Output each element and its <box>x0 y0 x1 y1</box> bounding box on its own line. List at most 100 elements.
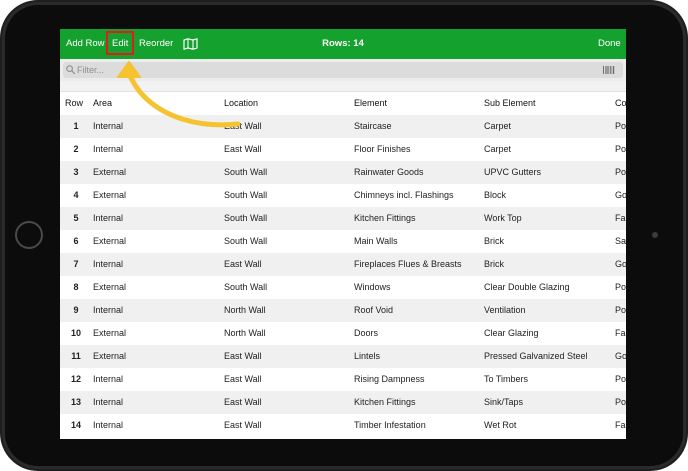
separator-strip <box>60 81 626 92</box>
cell-row: 2 <box>73 144 79 154</box>
cell-sub-element: To Timbers <box>484 374 529 384</box>
search-icon <box>66 65 75 74</box>
ipad-frame: Add Row Edit Reorder Rows: 14 Done Filte… <box>0 0 688 471</box>
column-header-sub-element[interactable]: Sub Element <box>484 92 612 115</box>
cell-element: Fireplaces Flues & Breasts <box>354 259 462 269</box>
toolbar: Add Row Edit Reorder Rows: 14 Done <box>60 29 626 59</box>
cell-row: 7 <box>73 259 79 269</box>
cell-location: East Wall <box>224 259 262 269</box>
cell-row: 6 <box>73 236 79 246</box>
cell-area: External <box>93 167 127 177</box>
cell-sub-element: Brick <box>484 259 504 269</box>
cell-area: Internal <box>93 259 124 269</box>
cell-row: 3 <box>73 167 79 177</box>
cell-location: South Wall <box>224 190 268 200</box>
cell-location: South Wall <box>224 282 268 292</box>
cell-sub-element: Block <box>484 190 507 200</box>
column-header-location[interactable]: Location <box>224 92 349 115</box>
cell-area: Internal <box>93 305 124 315</box>
cell-row: 8 <box>73 282 79 292</box>
cell-condition: Po <box>615 374 626 384</box>
column-header-row[interactable]: Row <box>65 92 89 115</box>
table-row[interactable]: 9 Internal North Wall Roof Void Ventilation P… <box>60 299 626 322</box>
cell-element: Lintels <box>354 351 381 361</box>
table-row[interactable]: 8 External South Wall Windows Clear Double G… <box>60 276 626 299</box>
filter-bar: Filter... <box>60 59 626 81</box>
cell-element: Floor Finishes <box>354 144 411 154</box>
cell-sub-element: Pressed Galvanized Steel <box>484 351 588 361</box>
cell-element: Chimneys incl. Flashings <box>354 190 454 200</box>
app-screen: Add Row Edit Reorder Rows: 14 Done Filte… <box>60 29 626 439</box>
table-row[interactable]: 3 External South Wall Rainwater Goods UPVC G… <box>60 161 626 184</box>
cell-location: East Wall <box>224 121 262 131</box>
cell-condition: Go <box>615 259 626 269</box>
cell-condition: Fai <box>615 213 626 223</box>
table-row[interactable]: 2 Internal East Wall Floor Finishes Carpet Po <box>60 138 626 161</box>
table-row[interactable]: 10 External North Wall Doors Clear Glazing Fa… <box>60 322 626 345</box>
table-row[interactable]: 5 Internal South Wall Kitchen Fittings Work … <box>60 207 626 230</box>
cell-area: External <box>93 190 127 200</box>
cell-condition: Fai <box>615 328 626 338</box>
cell-row: 13 <box>70 397 81 407</box>
data-table: Row Area Location Element Sub Element Co… <box>60 92 626 437</box>
cell-element: Rainwater Goods <box>354 167 424 177</box>
cell-location: East Wall <box>224 144 262 154</box>
cell-sub-element: Work Top <box>484 213 522 223</box>
table-row[interactable]: 12 Internal East Wall Rising Dampness To Tim… <box>60 368 626 391</box>
cell-condition: Po <box>615 305 626 315</box>
table-row[interactable]: 14 Internal East Wall Timber Infestation Wet… <box>60 414 626 437</box>
table-row[interactable]: 13 Internal East Wall Kitchen Fittings Sink/… <box>60 391 626 414</box>
cell-area: External <box>93 351 127 361</box>
cell-element: Kitchen Fittings <box>354 213 416 223</box>
cell-condition: Po <box>615 397 626 407</box>
camera-icon <box>652 232 658 238</box>
cell-condition: Fai <box>615 420 626 430</box>
cell-location: East Wall <box>224 374 262 384</box>
table-row[interactable]: 11 External East Wall Lintels Pressed Galvan… <box>60 345 626 368</box>
cell-sub-element: Brick <box>484 236 504 246</box>
cell-location: South Wall <box>224 236 268 246</box>
cell-row: 5 <box>73 213 79 223</box>
filter-input[interactable]: Filter... <box>63 62 623 78</box>
cell-condition: Go <box>615 351 626 361</box>
table-row[interactable]: 6 External South Wall Main Walls Brick Sa <box>60 230 626 253</box>
barcode-icon[interactable] <box>603 66 615 74</box>
table-header-row: Row Area Location Element Sub Element Co <box>60 92 626 115</box>
filter-placeholder: Filter... <box>77 65 105 75</box>
rows-count: Rows: 14 <box>322 38 364 49</box>
cell-sub-element: Clear Glazing <box>484 328 539 338</box>
cell-row: 14 <box>70 420 81 430</box>
table-row[interactable]: 4 External South Wall Chimneys incl. Flashi… <box>60 184 626 207</box>
cell-area: Internal <box>93 420 124 430</box>
cell-location: South Wall <box>224 213 268 223</box>
cell-location: North Wall <box>224 328 266 338</box>
cell-element: Rising Dampness <box>354 374 425 384</box>
cell-area: External <box>93 236 127 246</box>
table-row[interactable]: 7 Internal East Wall Fireplaces Flues & Bre… <box>60 253 626 276</box>
cell-condition: Po <box>615 121 626 131</box>
cell-row: 4 <box>73 190 79 200</box>
done-button[interactable]: Done <box>598 29 621 59</box>
cell-element: Main Walls <box>354 236 398 246</box>
cell-area: Internal <box>93 144 124 154</box>
cell-sub-element: Wet Rot <box>484 420 517 430</box>
column-header-element[interactable]: Element <box>354 92 479 115</box>
cell-row: 12 <box>70 374 81 384</box>
column-header-area[interactable]: Area <box>93 92 213 115</box>
column-header-condition[interactable]: Co <box>615 92 626 115</box>
cell-element: Windows <box>354 282 391 292</box>
cell-area: Internal <box>93 397 124 407</box>
cell-sub-element: Carpet <box>484 144 512 154</box>
cell-sub-element: Sink/Taps <box>484 397 524 407</box>
cell-element: Staircase <box>354 121 392 131</box>
cell-area: External <box>93 328 127 338</box>
table-row[interactable]: 1 Internal East Wall Staircase Carpet Po <box>60 115 626 138</box>
cell-row: 10 <box>70 328 81 338</box>
home-button[interactable] <box>15 221 43 249</box>
cell-condition: Po <box>615 167 626 177</box>
cell-row: 9 <box>73 305 79 315</box>
cell-location: East Wall <box>224 351 262 361</box>
cell-element: Kitchen Fittings <box>354 397 416 407</box>
cell-area: Internal <box>93 121 124 131</box>
cell-condition: Po <box>615 282 626 292</box>
